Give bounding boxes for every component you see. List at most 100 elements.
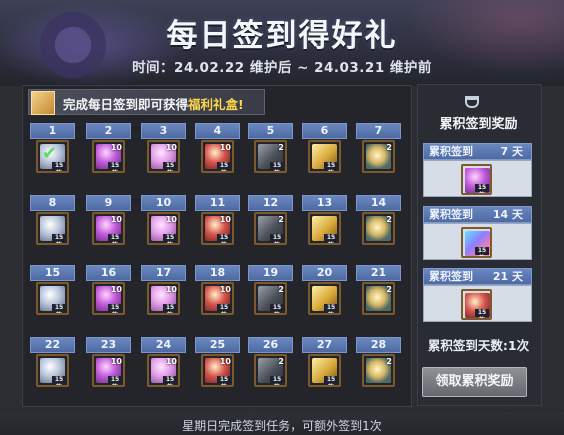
item-badge: 15款 xyxy=(163,304,177,313)
reward-item-icon[interactable]: 15款 xyxy=(308,140,341,173)
reward-item-icon[interactable]: 15款 xyxy=(36,282,69,315)
item-stack-count: 10 xyxy=(110,143,122,152)
reward-item-icon[interactable]: 2 xyxy=(362,282,395,315)
day-number: 5 xyxy=(248,123,293,139)
reward-item-icon[interactable]: 15款 xyxy=(308,282,341,315)
reward-item-icon[interactable]: 10 15款 xyxy=(147,212,180,245)
item-badge: 15款 xyxy=(324,376,338,385)
reward-item-icon[interactable]: 2 xyxy=(362,140,395,173)
reward-item-icon[interactable]: 15款 xyxy=(461,289,492,320)
day-number: 9 xyxy=(86,195,131,211)
reward-item-icon[interactable]: 2 xyxy=(362,354,395,387)
reward-item-icon[interactable]: 10 15款 xyxy=(92,140,125,173)
item-badge: 15款 xyxy=(217,304,231,313)
day-slot[interactable]: 13 15款 xyxy=(302,195,347,250)
day-slot[interactable]: 11 10 15款 xyxy=(195,195,240,250)
day-slot[interactable]: 28 2 xyxy=(356,337,401,392)
reward-item-icon[interactable]: 15款 xyxy=(461,164,492,195)
reward-item-icon[interactable]: 10 15款 xyxy=(201,140,234,173)
day-slot[interactable]: 26 2 15款 xyxy=(248,337,293,392)
reward-item-icon[interactable]: 10 15款 xyxy=(201,282,234,315)
day-slot[interactable]: 16 10 15款 xyxy=(86,265,131,320)
day-number: 25 xyxy=(195,337,240,353)
reward-item-icon[interactable]: 2 15款 xyxy=(254,212,287,245)
day-slot[interactable]: 15 15款 xyxy=(30,265,75,320)
cumulative-reward-days: 14 天 xyxy=(492,208,523,221)
day-slot[interactable]: 14 2 xyxy=(356,195,401,250)
day-number: 13 xyxy=(302,195,347,211)
item-stack-count: 2 xyxy=(278,285,284,294)
day-slot[interactable]: 27 15款 xyxy=(302,337,347,392)
day-slot[interactable]: 9 10 15款 xyxy=(86,195,131,250)
cumulative-reward[interactable]: 累积签到 14 天 15款 xyxy=(423,206,532,260)
day-slot[interactable]: 10 10 15款 xyxy=(141,195,186,250)
reward-item-icon[interactable]: 15款 xyxy=(36,354,69,387)
day-slot[interactable]: 19 2 15款 xyxy=(248,265,293,320)
reward-item-icon[interactable]: 15款 xyxy=(461,227,492,258)
item-badge: 15款 xyxy=(270,234,284,243)
item-badge: 15款 xyxy=(324,234,338,243)
notice-text: 完成每日签到即可获得福利礼盒! xyxy=(63,94,244,113)
day-slot[interactable]: 4 10 15款 xyxy=(195,123,240,178)
day-slot[interactable]: 8 15款 xyxy=(30,195,75,250)
day-slot[interactable]: 22 15款 xyxy=(30,337,75,392)
cumulative-reward[interactable]: 累积签到 7 天 15款 xyxy=(423,143,532,197)
day-number: 18 xyxy=(195,265,240,281)
day-slot[interactable]: 115款✔ xyxy=(30,123,75,178)
item-stack-count: 10 xyxy=(110,357,122,366)
day-number: 22 xyxy=(30,337,75,353)
item-badge: 15款 xyxy=(270,162,284,171)
day-slot[interactable]: 2 10 15款 xyxy=(86,123,131,178)
notice-bar: 完成每日签到即可获得福利礼盒! xyxy=(28,89,265,115)
day-number: 1 xyxy=(30,123,75,139)
day-slot[interactable]: 24 10 15款 xyxy=(141,337,186,392)
day-slot[interactable]: 5 2 15款 xyxy=(248,123,293,178)
reward-item-icon[interactable]: 2 15款 xyxy=(254,140,287,173)
reward-item-icon[interactable]: 10 15款 xyxy=(92,354,125,387)
total-checkin-days: 累积签到天数:1次 xyxy=(427,338,530,353)
day-slot[interactable]: 6 15款 xyxy=(302,123,347,178)
reward-item-icon[interactable]: 15款 xyxy=(308,212,341,245)
reward-item-icon[interactable]: 2 15款 xyxy=(254,354,287,387)
reward-item-icon[interactable]: 10 15款 xyxy=(147,282,180,315)
item-stack-count: 2 xyxy=(278,215,284,224)
day-slot[interactable]: 18 10 15款 xyxy=(195,265,240,320)
reward-item-icon[interactable]: 2 15款 xyxy=(254,282,287,315)
reward-item-icon[interactable]: 10 15款 xyxy=(201,212,234,245)
day-number: 14 xyxy=(356,195,401,211)
event-title: 每日签到得好礼 xyxy=(166,18,398,54)
claim-cumulative-reward-button[interactable]: 领取累积奖励 xyxy=(422,367,527,397)
day-slot[interactable]: 20 15款 xyxy=(302,265,347,320)
item-stack-count: 10 xyxy=(219,357,231,366)
reward-item-icon[interactable]: 15款 xyxy=(36,212,69,245)
day-slot[interactable]: 72 xyxy=(356,123,401,178)
day-slot[interactable]: 12 2 15款 xyxy=(248,195,293,250)
cumulative-reward[interactable]: 累积签到 21 天 15款 xyxy=(423,268,532,322)
item-badge: 15款 xyxy=(217,234,231,243)
day-slot[interactable]: 21 2 xyxy=(356,265,401,320)
item-badge: 15款 xyxy=(475,184,489,193)
reward-item-icon[interactable]: 15款 xyxy=(308,354,341,387)
event-period: 时间：24.02.22 维护后 ~ 24.03.21 维护前 xyxy=(132,60,432,76)
day-slot[interactable]: 23 10 15款 xyxy=(86,337,131,392)
reward-item-icon[interactable]: 2 xyxy=(362,212,395,245)
reward-item-icon[interactable]: 10 15款 xyxy=(147,140,180,173)
item-badge: 15款 xyxy=(270,304,284,313)
day-slot[interactable]: 3 10 15款 xyxy=(141,123,186,178)
reward-item-icon[interactable]: 10 15款 xyxy=(92,282,125,315)
item-badge: 15款 xyxy=(163,162,177,171)
item-badge: 15款 xyxy=(108,376,122,385)
cumulative-reward-header: 累积签到 21 天 xyxy=(423,268,532,285)
reward-item-icon[interactable]: 10 15款 xyxy=(201,354,234,387)
day-number: 2 xyxy=(86,123,131,139)
day-slot[interactable]: 17 10 15款 xyxy=(141,265,186,320)
item-stack-count: 10 xyxy=(165,215,177,224)
item-stack-count: 10 xyxy=(219,143,231,152)
item-badge: 15款 xyxy=(52,376,66,385)
day-slot[interactable]: 25 10 15款 xyxy=(195,337,240,392)
reward-item-icon[interactable]: 10 15款 xyxy=(92,212,125,245)
day-number: 24 xyxy=(141,337,186,353)
item-stack-count: 10 xyxy=(165,285,177,294)
reward-item-icon[interactable]: 15款✔ xyxy=(36,140,69,173)
reward-item-icon[interactable]: 10 15款 xyxy=(147,354,180,387)
